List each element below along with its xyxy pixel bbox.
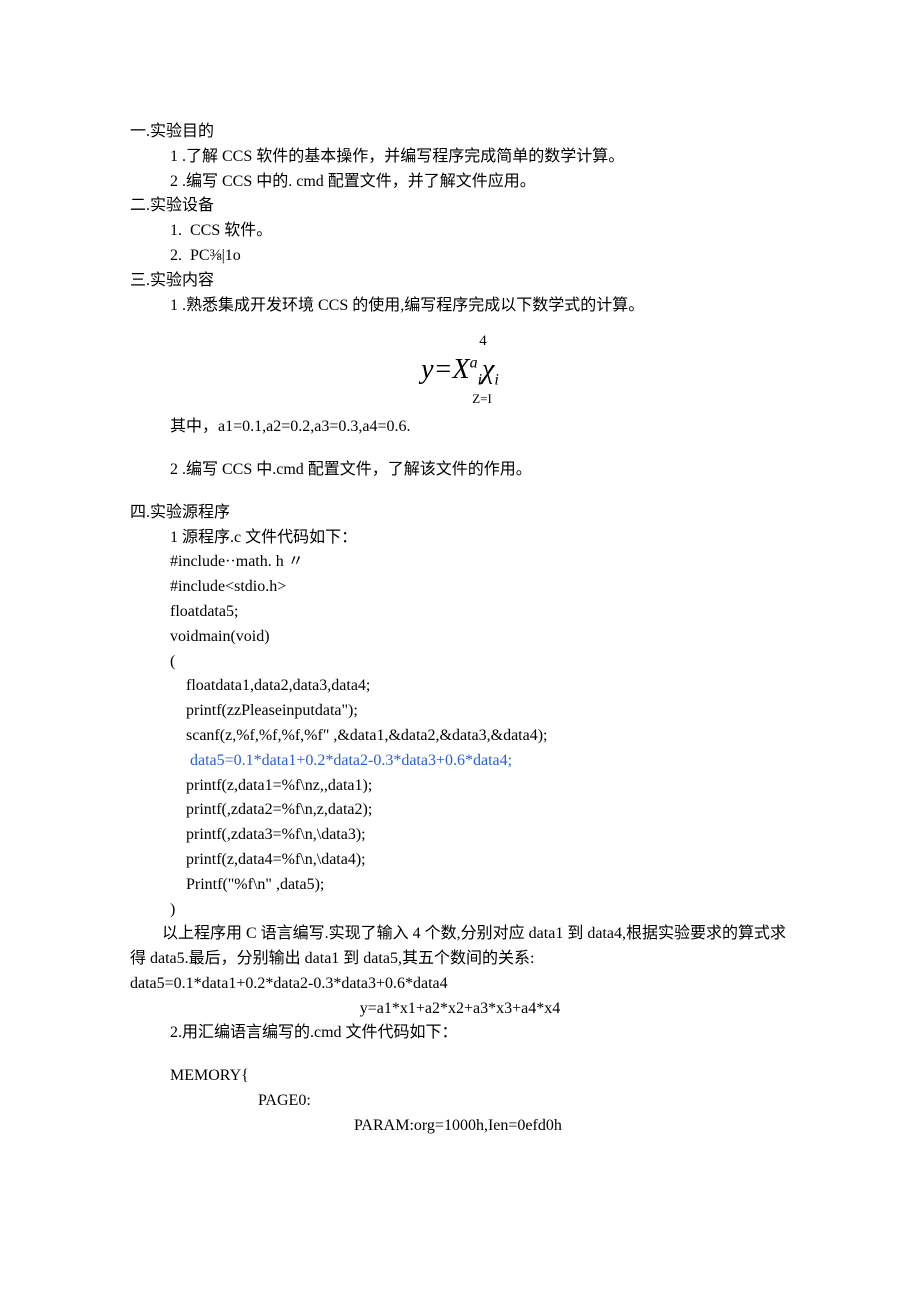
explain-eq2: y=a1*x1+a2*x2+a3*x3+a4*x4 (130, 997, 790, 1022)
code-line-14: Printf("%f\n" ,data5); (130, 873, 790, 898)
section2-item1: 1. CCS 软件。 (130, 219, 790, 244)
code-line-11: printf(,zdata2=%f\n,z,data2); (130, 798, 790, 823)
code-line-10: printf(z,data1=%f\nz,,data1); (130, 774, 790, 799)
section3-item1: 1 .熟悉集成开发环境 CCS 的使用,编写程序完成以下数学式的计算。 (130, 294, 790, 319)
code-line-4: voidmain(void) (130, 625, 790, 650)
section3-item2: 2 .编写 CCS 中.cmd 配置文件，了解该文件的作用。 (130, 458, 790, 483)
section2-heading: 二.实验设备 (130, 194, 790, 219)
code-line-6: floatdata1,data2,data3,data4; (130, 674, 790, 699)
section2-item2: 2. PC⅜|1o (130, 244, 790, 269)
formula-x: X (452, 354, 469, 385)
section3-heading: 三.实验内容 (130, 269, 790, 294)
formula-chi: χ (482, 354, 494, 385)
code-line-7: printf(zzPleaseinputdata"); (130, 699, 790, 724)
formula-y: y= (421, 354, 452, 385)
code-line-15: ) (130, 898, 790, 923)
mem-line-1: MEMORY{ (130, 1064, 790, 1089)
section1-item1: 1 .了解 CCS 软件的基本操作，并编写程序完成简单的数学计算。 (130, 145, 790, 170)
code-line-1: #include··math. h 〃 (130, 550, 790, 575)
section4-intro2: 2.用汇编语言编写的.cmd 文件代码如下： (130, 1021, 790, 1046)
code-line-5: ( (130, 650, 790, 675)
formula-sub-i2: i (494, 371, 498, 388)
explain-para1: 以上程序用 C 语言编写.实现了输入 4 个数,分别对应 data1 到 dat… (130, 922, 790, 972)
section4-intro: 1 源程序.c 文件代码如下： (130, 526, 790, 551)
formula-sup-a: a (470, 354, 478, 371)
explain-eq1: data5=0.1*data1+0.2*data2-0.3*data3+0.6*… (130, 972, 790, 997)
section4-heading: 四.实验源程序 (130, 501, 790, 526)
coeff-line: 其中，a1=0.1,a2=0.2,a3=0.3,a4=0.6. (130, 415, 790, 440)
mem-line-2: PAGE0: (130, 1089, 790, 1114)
mem-line-3: PARAM:org=1000h,Ien=0efd0h (130, 1114, 790, 1139)
code-line-8: scanf(z,%f,%f,%f,%f" ,&data1,&data2,&dat… (130, 724, 790, 749)
math-formula: 4 y=Xaiχi Z=I (130, 330, 790, 409)
code-line-9: data5=0.1*data1+0.2*data2-0.3*data3+0.6*… (130, 749, 790, 774)
document-page: 一.实验目的 1 .了解 CCS 软件的基本操作，并编写程序完成简单的数学计算。… (0, 0, 920, 1301)
section1-heading: 一.实验目的 (130, 120, 790, 145)
section1-item2: 2 .编写 CCS 中的. cmd 配置文件，并了解文件应用。 (130, 170, 790, 195)
code-line-12: printf(,zdata3=%f\n,\data3); (130, 823, 790, 848)
code-line-13: printf(z,data4=%f\n,\data4); (130, 848, 790, 873)
code-line-3: floatdata5; (130, 600, 790, 625)
code-line-2: #include<stdio.h> (130, 575, 790, 600)
